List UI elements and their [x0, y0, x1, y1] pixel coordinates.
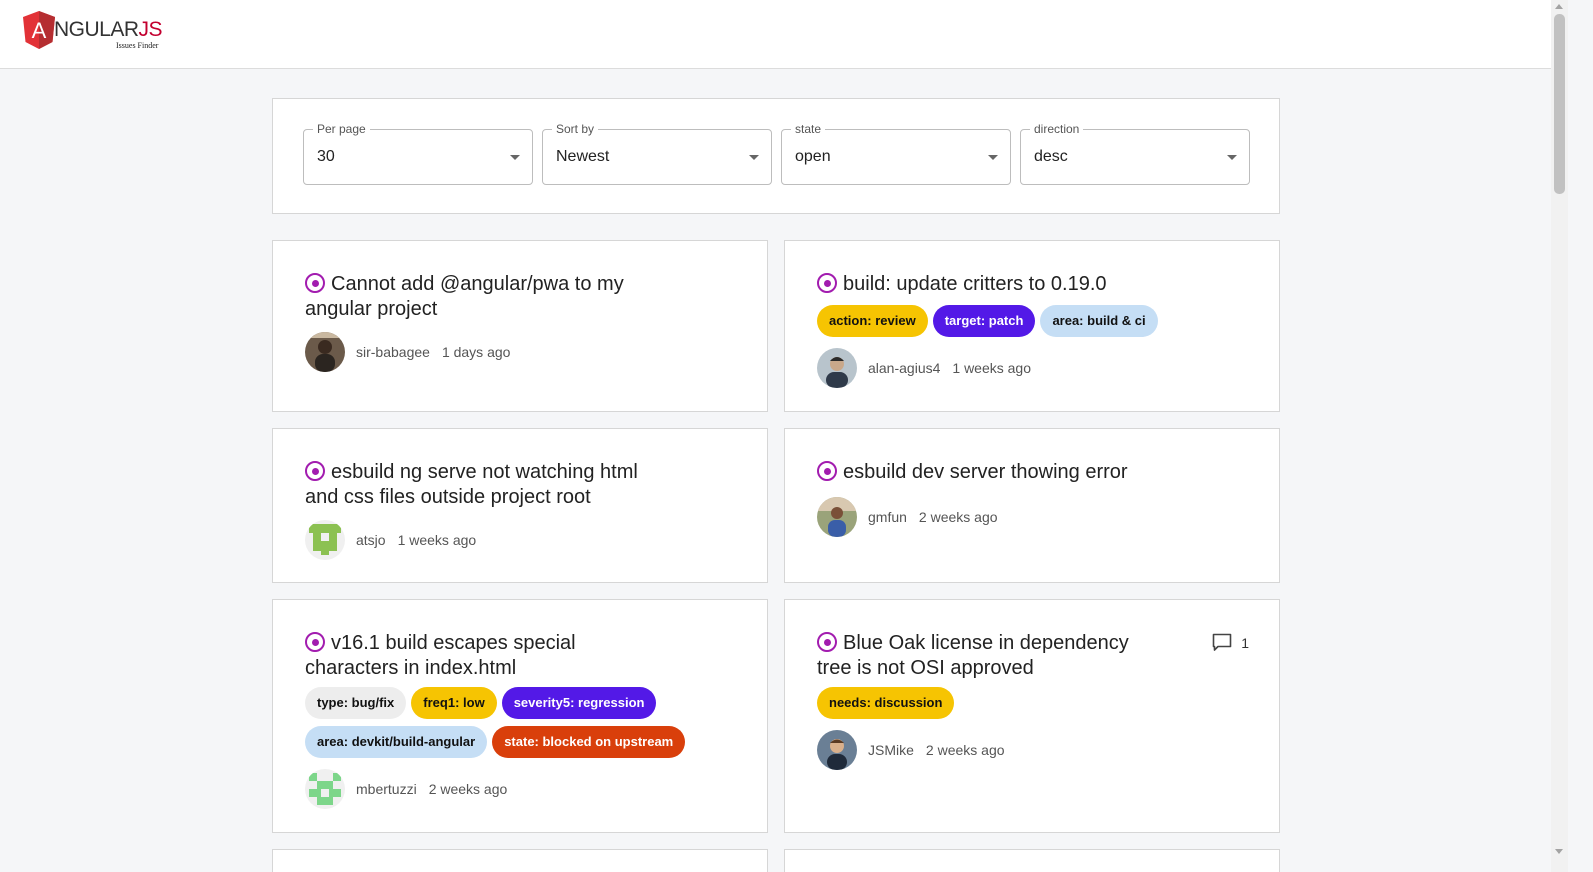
- label-action-review[interactable]: action: review: [817, 305, 928, 337]
- dropdown-arrow-icon: [988, 155, 998, 160]
- comment-icon: [1212, 633, 1232, 651]
- issue-labels: type: bug/fix freq1: low severity5: regr…: [305, 687, 725, 758]
- issue-title[interactable]: esbuild dev server thowing error: [817, 460, 1217, 485]
- angularjs-logo[interactable]: A NGULARJS Issues Finder: [23, 11, 173, 51]
- issue-meta: JSMike 2 weeks ago: [817, 730, 1005, 770]
- label-state-blocked-on-upstream[interactable]: state: blocked on upstream: [492, 726, 686, 758]
- sort-by-value: Newest: [556, 148, 610, 165]
- author-name[interactable]: gmfun: [868, 509, 907, 525]
- angular-shield-icon: A: [23, 11, 55, 49]
- issue-card[interactable]: build: update critters to 0.19.0 action:…: [784, 240, 1280, 412]
- issue-meta: alan-agius4 1 weeks ago: [817, 348, 1031, 388]
- label-target-patch[interactable]: target: patch: [932, 305, 1036, 337]
- sort-by-select[interactable]: Sort by Newest: [542, 122, 772, 185]
- issue-card[interactable]: Cannot add @angular/pwa to my angular pr…: [272, 240, 768, 412]
- logo-subtitle: Issues Finder: [116, 41, 159, 50]
- issue-time: 1 days ago: [441, 344, 511, 360]
- issue-open-icon: [305, 273, 325, 293]
- issue-meta: sir-babagee 1 days ago: [305, 332, 510, 372]
- dropdown-arrow-icon: [510, 155, 520, 160]
- comment-count-value: 1: [1241, 634, 1249, 651]
- avatar[interactable]: [817, 730, 857, 770]
- direction-label: direction: [1030, 122, 1084, 136]
- issue-title[interactable]: esbuild ng serve not watching html and c…: [305, 460, 645, 510]
- issue-time: 2 weeks ago: [925, 742, 1005, 758]
- avatar[interactable]: [305, 332, 345, 372]
- svg-text:A: A: [32, 18, 47, 43]
- issue-card[interactable]: v16.1 build escapes special characters i…: [272, 599, 768, 833]
- issue-open-icon: [305, 632, 325, 652]
- issue-title[interactable]: Blue Oak license in dependency tree is n…: [817, 631, 1157, 681]
- label-freq1-low[interactable]: freq1: low: [411, 687, 497, 719]
- label-area-build-ci[interactable]: area: build & ci: [1040, 305, 1158, 337]
- per-page-value: 30: [317, 148, 335, 165]
- issue-time: 1 weeks ago: [397, 532, 477, 548]
- issue-card[interactable]: Blue Oak license in dependency tree is n…: [784, 599, 1280, 833]
- direction-select[interactable]: direction desc: [1020, 122, 1250, 185]
- issue-title[interactable]: Cannot add @angular/pwa to my angular pr…: [305, 272, 645, 322]
- author-name[interactable]: sir-babagee: [356, 344, 430, 360]
- filters-panel: Per page 30 Sort by Newest state open di…: [272, 98, 1280, 214]
- author-name[interactable]: mbertuzzi: [356, 781, 417, 797]
- issue-time: 2 weeks ago: [918, 509, 998, 525]
- issue-labels: needs: discussion: [817, 687, 1237, 719]
- avatar[interactable]: [817, 348, 857, 388]
- issue-open-icon: [817, 273, 837, 293]
- avatar[interactable]: [305, 769, 345, 809]
- issue-title[interactable]: build: update critters to 0.19.0: [817, 272, 1157, 297]
- dropdown-arrow-icon: [1227, 155, 1237, 160]
- issue-meta: atsjo 1 weeks ago: [305, 520, 476, 560]
- avatar[interactable]: [305, 520, 345, 560]
- issue-card[interactable]: [272, 849, 768, 872]
- per-page-label: Per page: [313, 122, 370, 136]
- issue-time: 1 weeks ago: [952, 360, 1031, 376]
- issue-meta: mbertuzzi 2 weeks ago: [305, 769, 507, 809]
- author-name[interactable]: JSMike: [868, 742, 914, 758]
- label-area-devkit-build-angular[interactable]: area: devkit/build-angular: [305, 726, 488, 758]
- state-value: open: [795, 148, 831, 165]
- page-scrollbar[interactable]: [1551, 0, 1568, 872]
- dropdown-arrow-icon: [749, 155, 759, 160]
- direction-value: desc: [1034, 148, 1068, 165]
- issue-title[interactable]: v16.1 build escapes special characters i…: [305, 631, 645, 681]
- label-needs-discussion[interactable]: needs: discussion: [817, 687, 955, 719]
- scroll-down-arrow-icon[interactable]: [1555, 849, 1563, 854]
- state-label: state: [791, 122, 826, 136]
- label-type-bug-fix[interactable]: type: bug/fix: [305, 687, 407, 719]
- issue-card[interactable]: [784, 849, 1280, 872]
- logo-text: NGULARJS: [54, 18, 163, 41]
- top-bar: A NGULARJS Issues Finder: [0, 0, 1551, 69]
- avatar[interactable]: [817, 497, 857, 537]
- issue-card[interactable]: esbuild dev server thowing error gmfun 2…: [784, 428, 1280, 583]
- author-name[interactable]: alan-agius4: [868, 360, 940, 376]
- issue-open-icon: [817, 461, 837, 481]
- scroll-up-arrow-icon[interactable]: [1555, 4, 1563, 9]
- author-name[interactable]: atsjo: [356, 532, 386, 548]
- state-select[interactable]: state open: [781, 122, 1011, 185]
- label-severity5-regression[interactable]: severity5: regression: [501, 687, 657, 719]
- issue-card[interactable]: esbuild ng serve not watching html and c…: [272, 428, 768, 583]
- per-page-select[interactable]: Per page 30: [303, 122, 533, 185]
- issue-labels: action: review target: patch area: build…: [817, 305, 1237, 337]
- scroll-thumb[interactable]: [1554, 14, 1565, 194]
- issue-time: 2 weeks ago: [428, 781, 508, 797]
- comment-count[interactable]: 1: [1212, 633, 1249, 652]
- issue-open-icon: [817, 632, 837, 652]
- issue-meta: gmfun 2 weeks ago: [817, 497, 998, 537]
- sort-by-label: Sort by: [552, 122, 599, 136]
- issue-open-icon: [305, 461, 325, 481]
